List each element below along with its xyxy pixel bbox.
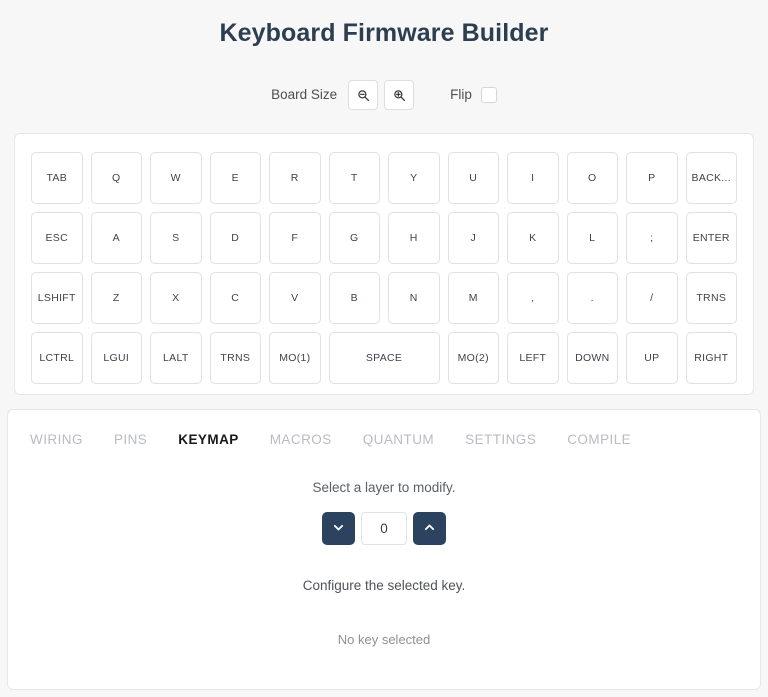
board-size-label: Board Size: [271, 87, 338, 103]
key[interactable]: UP: [626, 332, 678, 384]
tab-bar: WIRING PINS KEYMAP MACROS QUANTUM SETTINGS COM…: [8, 410, 760, 451]
key[interactable]: T: [328, 152, 380, 204]
key[interactable]: ENTER: [685, 212, 737, 264]
key[interactable]: N: [388, 272, 440, 324]
key[interactable]: LEFT: [507, 332, 559, 384]
key[interactable]: /: [626, 272, 678, 324]
keyboard-row: ESC A S D F G H J K L; ENTER: [31, 212, 737, 264]
key[interactable]: E: [209, 152, 261, 204]
no-key-selected-message: No key selected: [337, 632, 431, 647]
layer-up-button[interactable]: [413, 512, 446, 545]
key[interactable]: .: [566, 272, 618, 324]
keyboard-layout-panel: TAB Q W E R T Y U I O P BACK... ESC A S D F G H J K L; ENTER LS…: [14, 133, 754, 395]
layer-down-button[interactable]: [322, 512, 355, 545]
key[interactable]: M: [447, 272, 499, 324]
key[interactable]: MO(2): [447, 332, 500, 384]
key[interactable]: I: [507, 152, 559, 204]
key[interactable]: MO(1): [269, 332, 321, 384]
key[interactable]: R: [269, 152, 321, 204]
key[interactable]: J: [447, 212, 499, 264]
zoom-out-icon: [357, 89, 370, 102]
key[interactable]: SPACE: [328, 332, 440, 384]
key[interactable]: L: [566, 212, 618, 264]
key[interactable]: ;: [626, 212, 678, 264]
key[interactable]: LALT: [150, 332, 202, 384]
key[interactable]: DOWN: [566, 332, 619, 384]
keyboard-rows: TAB Q W E R T Y U I O P BACK... ESC A S D F G H J K L; ENTER LS…: [31, 152, 738, 384]
keyboard-row: LCTRL LGUI LALT TRNS MO(1) SPACE MO(2) LEFT DOWN…: [31, 332, 738, 384]
page-title: Keyboard Firmware Builder: [219, 19, 549, 47]
key[interactable]: ,: [507, 272, 559, 324]
tab-keymap[interactable]: KEYMAP: [178, 428, 238, 451]
layer-selector-section: Select a layer to modify. 0: [8, 480, 760, 545]
key[interactable]: BACK...: [685, 152, 737, 204]
app-root: Keyboard Firmware Builder Board Size Fli…: [0, 0, 768, 697]
key[interactable]: D: [209, 212, 261, 264]
key[interactable]: C: [209, 272, 261, 324]
key[interactable]: V: [269, 272, 321, 324]
chevron-up-icon: [423, 521, 436, 537]
key[interactable]: LGUI: [90, 332, 143, 384]
key[interactable]: A: [90, 212, 142, 264]
key[interactable]: K: [507, 212, 559, 264]
key[interactable]: LSHIFT: [31, 272, 83, 324]
configure-key-prompt: Configure the selected key.: [302, 578, 466, 593]
tab-macros[interactable]: MACROS: [270, 428, 332, 451]
board-toolbar: Board Size Flip: [0, 78, 768, 112]
layer-stepper: 0: [8, 512, 760, 545]
tab-pins[interactable]: PINS: [114, 428, 147, 451]
zoom-out-button[interactable]: [348, 80, 379, 110]
key[interactable]: Y: [388, 152, 440, 204]
flip-checkbox[interactable]: [480, 87, 497, 103]
builder-tabs-panel: WIRING PINS KEYMAP MACROS QUANTUM SETTINGS COM…: [7, 409, 761, 690]
key[interactable]: W: [150, 152, 202, 204]
key[interactable]: ESC: [31, 212, 83, 264]
key[interactable]: TRNS: [209, 332, 262, 384]
key[interactable]: S: [150, 212, 202, 264]
keyboard-row: LSHIFT Z X C V B N M,. / TRNS: [31, 272, 737, 324]
key[interactable]: X: [150, 272, 202, 324]
key[interactable]: G: [328, 212, 380, 264]
tab-wiring[interactable]: WIRING: [30, 428, 83, 451]
zoom-in-button[interactable]: [384, 80, 415, 110]
tab-settings[interactable]: SETTINGS: [465, 428, 536, 451]
flip-label: Flip: [450, 87, 472, 103]
tab-quantum[interactable]: QUANTUM: [363, 428, 434, 451]
zoom-in-icon: [393, 89, 406, 102]
key[interactable]: B: [328, 272, 380, 324]
layer-prompt: Select a layer to modify.: [312, 480, 456, 495]
key[interactable]: TRNS: [685, 272, 737, 324]
tab-compile[interactable]: COMPILE: [567, 428, 631, 451]
key[interactable]: Z: [90, 272, 142, 324]
key[interactable]: TAB: [31, 152, 83, 204]
keyboard-row: TAB Q W E R T Y U I O P BACK...: [31, 152, 737, 204]
layer-value-input[interactable]: 0: [361, 512, 407, 545]
key[interactable]: Q: [90, 152, 142, 204]
key[interactable]: P: [626, 152, 678, 204]
key[interactable]: H: [388, 212, 440, 264]
key[interactable]: F: [269, 212, 321, 264]
key[interactable]: O: [566, 152, 618, 204]
chevron-down-icon: [332, 521, 345, 537]
key[interactable]: U: [447, 152, 499, 204]
key[interactable]: RIGHT: [685, 332, 738, 384]
key[interactable]: LCTRL: [31, 332, 83, 384]
